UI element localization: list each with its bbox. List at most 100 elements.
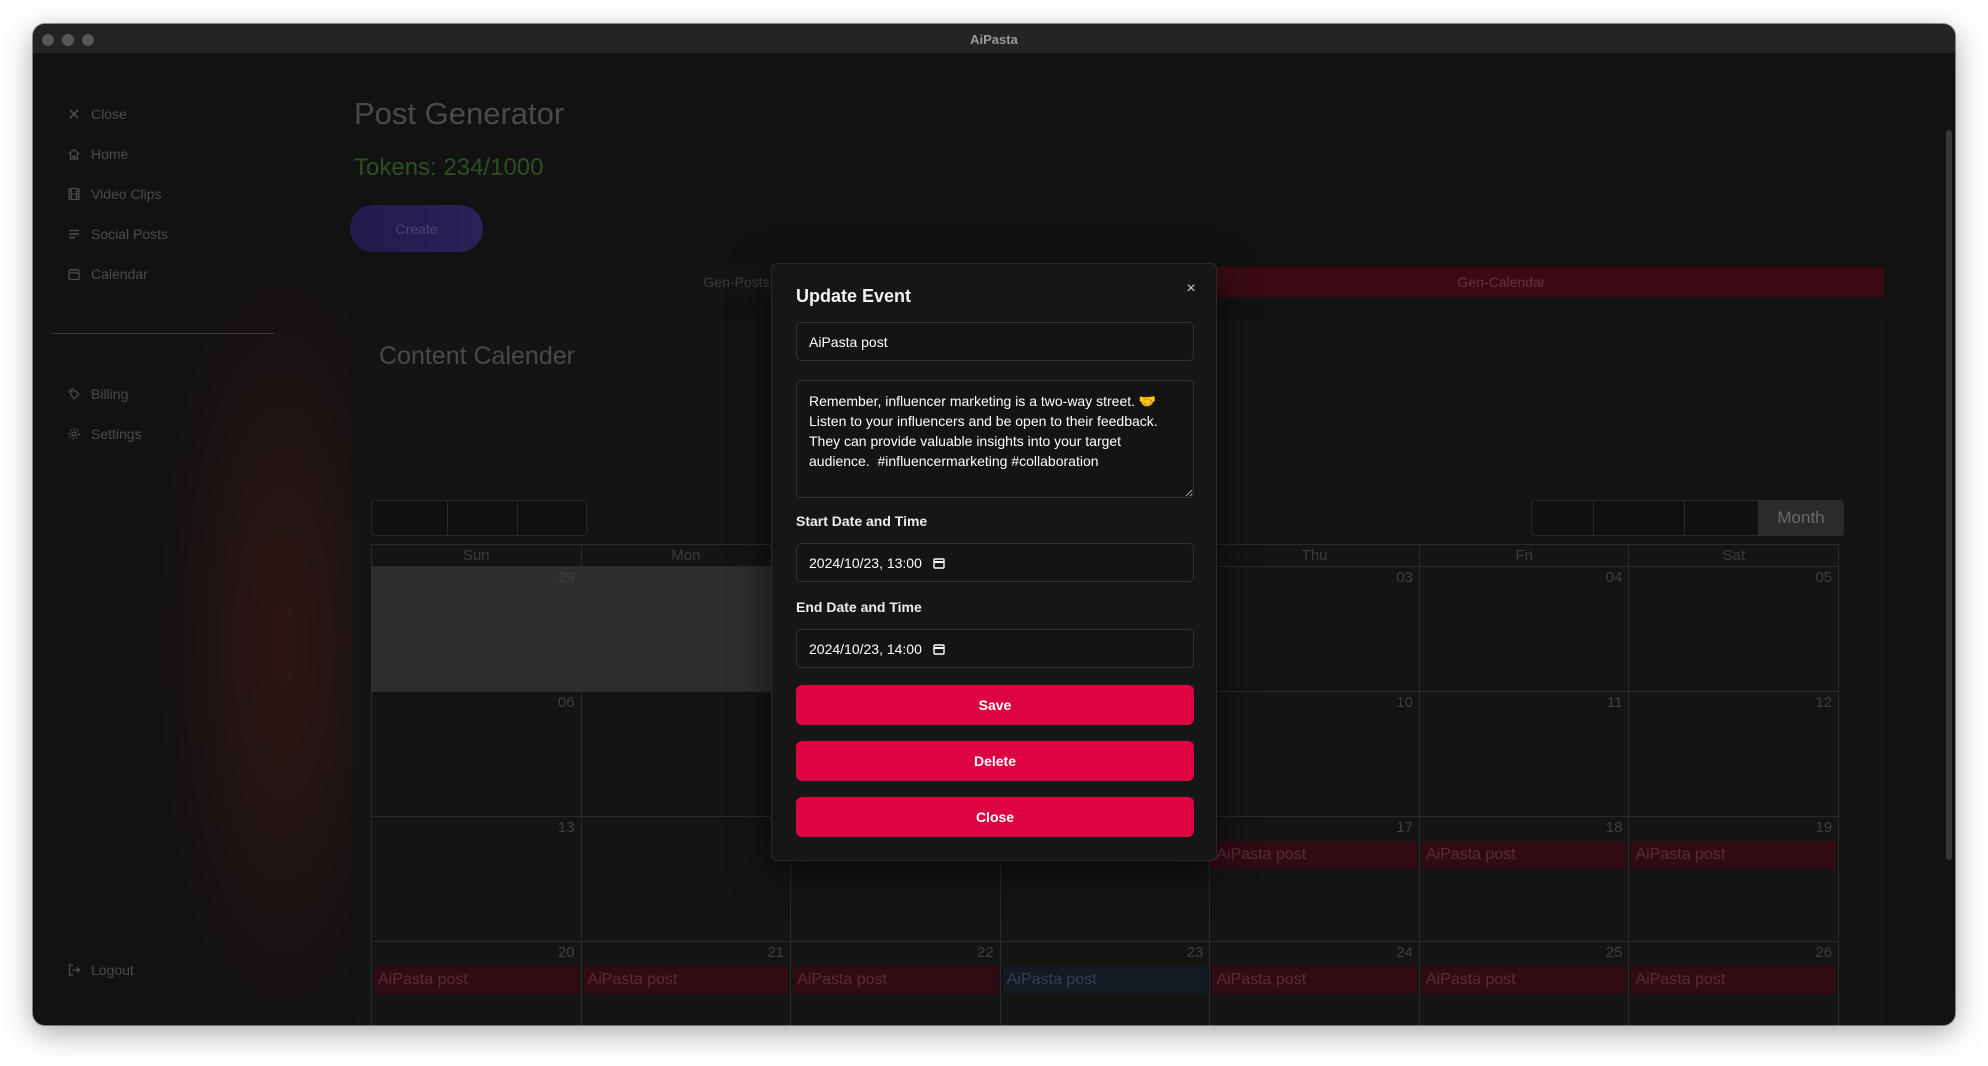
sidebar-item-label: Calendar	[91, 266, 148, 282]
day-number: 06	[557, 694, 575, 711]
sidebar-item-home[interactable]: Home	[67, 142, 128, 166]
sidebar-item-billing[interactable]: Billing	[67, 382, 128, 406]
calendar-day-cell[interactable]: 25 AiPasta post	[1420, 942, 1630, 1025]
calendar-day-cell[interactable]: 26 AiPasta post	[1629, 942, 1840, 1025]
calendar-today-button[interactable]	[372, 501, 448, 535]
tokens-counter: Tokens: 234/1000	[354, 154, 544, 181]
calendar-day-cell[interactable]: 05	[1629, 567, 1840, 691]
day-number: 12	[1815, 694, 1833, 711]
weekday-label: Thu	[1210, 545, 1420, 566]
calendar-day-cell[interactable]: 21 AiPasta post	[582, 942, 792, 1025]
sidebar-item-label: Close	[91, 106, 127, 122]
event-title-input[interactable]	[796, 322, 1194, 361]
calendar-event[interactable]: AiPasta post	[1421, 966, 1627, 994]
calendar-picker-icon[interactable]	[932, 642, 946, 656]
calendar-event[interactable]: AiPasta post	[1002, 966, 1208, 994]
day-number: 19	[1815, 819, 1833, 836]
update-event-modal: Update Event × Remember, influencer mark…	[771, 263, 1217, 861]
calendar-event[interactable]: AiPasta post	[793, 966, 998, 994]
calendar-day-cell[interactable]	[581, 567, 792, 691]
calendar-event[interactable]: AiPasta post	[1631, 966, 1837, 994]
day-number: 03	[1396, 569, 1413, 586]
calendar-day-cell[interactable]: 17 AiPasta post	[1210, 817, 1420, 941]
calendar-day-cell[interactable]	[582, 817, 792, 941]
sidebar-divider	[51, 333, 274, 334]
day-number: 20	[557, 944, 575, 961]
day-number: 05	[1815, 569, 1833, 586]
end-datetime-input[interactable]: 2024/10/23, 14:00	[796, 629, 1194, 668]
weekday-label: Mon	[582, 545, 792, 566]
sidebar-item-video-clips[interactable]: Video Clips	[67, 182, 162, 206]
calendar-event[interactable]: AiPasta post	[1421, 841, 1627, 869]
calendar-day-cell[interactable]: 29	[372, 567, 582, 691]
view-agenda-button[interactable]	[1532, 501, 1594, 535]
create-button[interactable]: Create	[350, 205, 483, 252]
calendar-day-cell[interactable]: 18 AiPasta post	[1420, 817, 1630, 941]
calendar-day-cell[interactable]: 10	[1210, 692, 1420, 816]
close-icon	[69, 109, 79, 119]
calendar-event[interactable]: AiPasta post	[1631, 841, 1837, 869]
calendar-day-cell[interactable]: 12	[1629, 692, 1840, 816]
day-number: 25	[1605, 944, 1623, 961]
calendar-view-group: Month	[1531, 500, 1844, 536]
film-icon	[68, 187, 80, 201]
start-datetime-input[interactable]: 2024/10/23, 13:00	[796, 543, 1194, 582]
app-content: Close Home Video Clips Social Posts Cale…	[33, 54, 1955, 1025]
calendar-day-cell[interactable]: 19 AiPasta post	[1629, 817, 1840, 941]
day-number: 29	[557, 569, 575, 586]
calendar-day-cell[interactable]	[582, 692, 792, 816]
event-description-textarea[interactable]: Remember, influencer marketing is a two-…	[796, 380, 1194, 498]
view-month-button[interactable]: Month	[1759, 501, 1843, 535]
day-number: 21	[767, 944, 785, 961]
sidebar: Close Home Video Clips Social Posts Cale…	[33, 54, 323, 1025]
sidebar-item-label: Settings	[91, 426, 142, 442]
day-number: 23	[1186, 944, 1204, 961]
save-button[interactable]: Save	[796, 685, 1194, 725]
home-icon	[68, 148, 80, 160]
window-title: AiPasta	[970, 32, 1018, 47]
sidebar-item-social-posts[interactable]: Social Posts	[67, 222, 168, 246]
sidebar-item-label: Billing	[91, 386, 129, 402]
view-week-button[interactable]	[1594, 501, 1685, 535]
calendar-day-cell[interactable]: 13	[372, 817, 582, 941]
tab-gen-calendar[interactable]: Gen-Calendar	[1119, 267, 1884, 297]
calendar-day-cell[interactable]: 04	[1420, 567, 1630, 691]
sidebar-item-calendar[interactable]: Calendar	[67, 262, 148, 286]
app-window: AiPasta Close Home Video Clips Social Po…	[33, 24, 1955, 1025]
calendar-day-cell[interactable]: 23 AiPasta post	[1001, 942, 1211, 1025]
day-number: 13	[557, 819, 575, 836]
list-icon	[69, 229, 79, 239]
weekday-label: Sat	[1722, 547, 1746, 564]
calendar-event[interactable]: AiPasta post	[1212, 966, 1417, 994]
delete-button[interactable]: Delete	[796, 741, 1194, 781]
start-date-label: Start Date and Time	[796, 513, 928, 529]
calendar-event[interactable]: AiPasta post	[374, 966, 579, 994]
calendar-picker-icon[interactable]	[932, 556, 946, 570]
logout-icon	[68, 964, 81, 976]
calendar-day-cell[interactable]: 22 AiPasta post	[791, 942, 1001, 1025]
calendar-day-cell[interactable]: 24 AiPasta post	[1210, 942, 1420, 1025]
modal-title: Update Event	[796, 286, 912, 306]
sidebar-item-logout[interactable]: Logout	[67, 958, 134, 982]
calendar-event[interactable]: AiPasta post	[583, 966, 789, 994]
scrollbar[interactable]	[1946, 130, 1952, 860]
day-number: 26	[1815, 944, 1833, 961]
sidebar-item-close[interactable]: Close	[67, 102, 127, 126]
sidebar-item-settings[interactable]: Settings	[67, 422, 142, 446]
page-title: Post Generator	[354, 96, 565, 131]
calendar-event[interactable]: AiPasta post	[1212, 841, 1417, 869]
calendar-day-cell[interactable]: 20 AiPasta post	[372, 942, 582, 1025]
gear-icon	[68, 428, 80, 440]
calendar-title: Content Calender	[379, 342, 575, 370]
calendar-day-cell[interactable]: 11	[1420, 692, 1630, 816]
day-number: 24	[1396, 944, 1413, 961]
weekday-label: Fri	[1420, 545, 1630, 566]
weekday-label: Sun	[372, 545, 582, 566]
calendar-day-cell[interactable]: 03	[1210, 567, 1420, 691]
close-button[interactable]: Close	[796, 797, 1194, 837]
view-day-button[interactable]	[1685, 501, 1759, 535]
calendar-day-cell[interactable]: 06	[372, 692, 582, 816]
calendar-back-button[interactable]	[448, 501, 518, 535]
calendar-next-button[interactable]	[518, 501, 586, 535]
modal-close-icon[interactable]: ×	[1182, 280, 1200, 298]
